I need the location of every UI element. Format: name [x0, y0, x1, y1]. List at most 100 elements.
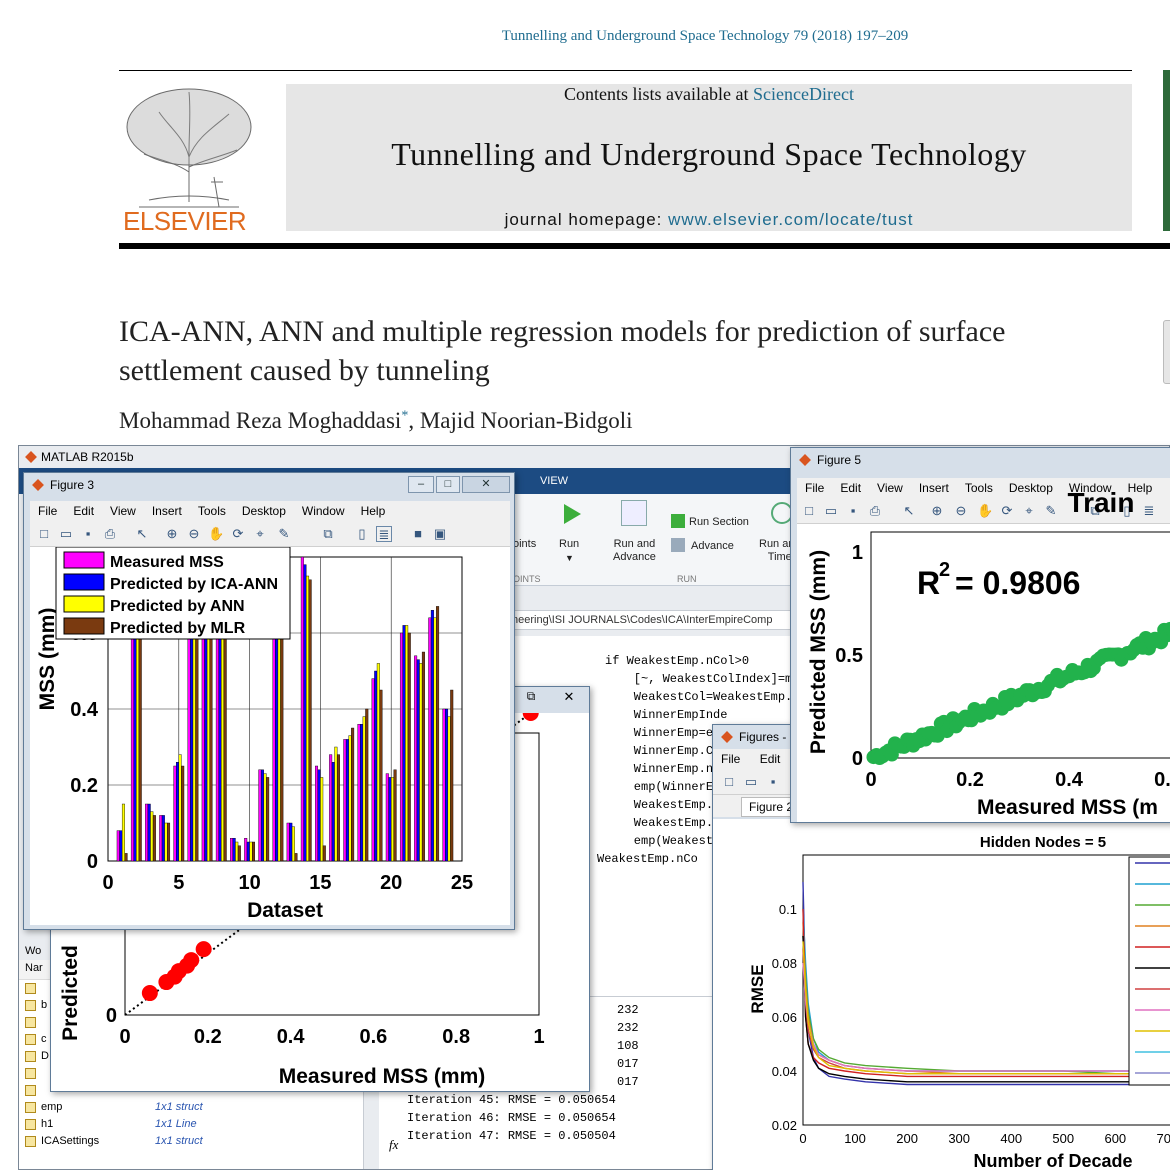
y-tick-label: 0	[87, 851, 98, 873]
hide-plot-tools-icon[interactable]: ■	[410, 526, 426, 542]
legend-icon[interactable]: ≣	[1141, 503, 1157, 519]
menu-insert[interactable]: Insert	[152, 504, 182, 518]
workspace-row[interactable]: ICASettings 1x1 struct	[19, 1133, 363, 1150]
colorbar-icon[interactable]: ▯	[354, 526, 370, 542]
current-folder-path[interactable]: neering\ISI JOURNALS\Codes\ICA\InterEmpi…	[509, 610, 809, 630]
menu-desktop[interactable]: Desktop	[242, 504, 286, 518]
figure-3-window[interactable]: Figure 3 – □ ✕ File Edit View Insert Tools De…	[23, 472, 515, 930]
zoom-in-icon[interactable]: ⊕	[164, 526, 180, 542]
matlab-figure-icon	[721, 731, 733, 743]
restore-icon[interactable]: ⧉	[516, 689, 546, 707]
brush-icon[interactable]: ✎	[276, 526, 292, 542]
breakpoints-button-label[interactable]: oints	[513, 538, 536, 551]
homepage-link[interactable]: www.elsevier.com/locate/tust	[668, 210, 913, 229]
bar	[376, 663, 380, 862]
zoom-out-icon[interactable]: ⊖	[186, 526, 202, 542]
bar	[286, 822, 290, 862]
run-and-advance-icon[interactable]	[621, 500, 647, 526]
brush-icon[interactable]: ✎	[1043, 503, 1059, 519]
journal-reference[interactable]: Tunnelling and Underground Space Technol…	[0, 28, 1170, 45]
x-tick-label: 500	[1052, 1131, 1074, 1146]
figure-5-title: Figure 5	[817, 453, 862, 467]
run-label[interactable]: Run	[559, 538, 579, 551]
pan-icon[interactable]: ✋	[977, 503, 993, 519]
matlab-figure-icon	[32, 479, 44, 491]
show-plot-tools-icon[interactable]: ▣	[432, 526, 448, 542]
menu-tools[interactable]: Tools	[198, 504, 226, 518]
run-button[interactable]	[561, 502, 583, 531]
bar	[187, 632, 191, 862]
advance-button[interactable]: Advance	[691, 540, 734, 553]
bar	[249, 841, 253, 862]
menu-view[interactable]: View	[110, 504, 136, 518]
menu-desktop[interactable]: Desktop	[1009, 481, 1053, 495]
menu-help[interactable]: Help	[361, 504, 386, 518]
open-icon[interactable]: ▭	[823, 503, 839, 519]
open-icon[interactable]: ▭	[58, 526, 74, 542]
save-icon[interactable]: ▪	[765, 774, 781, 790]
print-icon[interactable]: ⎙	[102, 526, 118, 542]
link-plot-icon[interactable]: ⧉	[320, 526, 336, 542]
run-section-button[interactable]: Run Section	[689, 516, 749, 529]
author-name[interactable]: Mohammad Reza Moghaddasi	[119, 408, 401, 433]
menu-window[interactable]: Window	[302, 504, 345, 518]
crossmark-badge[interactable]	[1163, 320, 1170, 384]
minimize-icon[interactable]: –	[408, 476, 434, 493]
bar	[266, 777, 270, 862]
menu-file[interactable]: File	[721, 752, 740, 766]
pan-icon[interactable]: ✋	[208, 526, 224, 542]
rotate-icon[interactable]: ⟳	[230, 526, 246, 542]
ribbon: oints OINTS Run ▼ Run and Advance Run Se…	[509, 494, 809, 586]
zoom-out-icon[interactable]: ⊖	[953, 503, 969, 519]
r2-value: = 0.9806	[955, 565, 1080, 601]
menu-edit[interactable]: Edit	[840, 481, 861, 495]
journal-title: Tunnelling and Underground Space Technol…	[391, 136, 1027, 172]
save-icon[interactable]: ▪	[80, 526, 96, 542]
print-icon[interactable]: ⎙	[867, 503, 883, 519]
x-tick-label: 0.2	[194, 1026, 222, 1048]
pointer-icon[interactable]: ↖	[901, 503, 917, 519]
figure-5-titlebar[interactable]: Figure 5	[791, 448, 1170, 472]
close-icon[interactable]: ✕	[462, 476, 510, 493]
menu-tools[interactable]: Tools	[965, 481, 993, 495]
legend-icon[interactable]: ≣	[376, 526, 392, 542]
fx-prompt-icon[interactable]: fx	[389, 1137, 398, 1153]
figure-5-window[interactable]: Figure 5 File Edit View Insert Tools Desktop W…	[790, 447, 1170, 823]
sciencedirect-link[interactable]: ScienceDirect	[753, 84, 854, 104]
advance-icon[interactable]	[671, 538, 685, 552]
data-cursor-icon[interactable]: ⌖	[252, 526, 268, 542]
menu-insert[interactable]: Insert	[919, 481, 949, 495]
data-cursor-icon[interactable]: ⌖	[1021, 503, 1037, 519]
run-dropdown-icon[interactable]: ▼	[565, 552, 574, 565]
save-icon[interactable]: ▪	[845, 503, 861, 519]
bar	[428, 617, 432, 862]
coauthor-name[interactable]: , Majid Noorian-Bidgoli	[408, 408, 632, 433]
x-tick-label: 600	[1104, 1131, 1126, 1146]
x-tick-label: 15	[309, 872, 331, 894]
paper-title: ICA-ANN, ANN and multiple regression mod…	[119, 315, 1006, 387]
menu-file[interactable]: File	[805, 481, 824, 495]
rotate-icon[interactable]: ⟳	[999, 503, 1015, 519]
run-section-icon[interactable]	[671, 514, 685, 528]
bar	[175, 761, 179, 862]
new-figure-icon[interactable]: □	[721, 774, 737, 790]
figure-3-titlebar[interactable]: Figure 3 – □ ✕	[24, 473, 514, 497]
menu-edit[interactable]: Edit	[760, 752, 781, 766]
workspace-row[interactable]: h1 1x1 Line	[19, 1116, 363, 1133]
new-figure-icon[interactable]: □	[36, 526, 52, 542]
bar-chart: 051015202500.20.40.6DatasetMSS (mm)Measu…	[36, 546, 473, 922]
zoom-in-icon[interactable]: ⊕	[929, 503, 945, 519]
menu-view[interactable]: View	[877, 481, 903, 495]
run-and-advance-button[interactable]: Run and Advance	[613, 538, 656, 564]
new-figure-icon[interactable]: □	[801, 503, 817, 519]
tab-view[interactable]: VIEW	[524, 468, 584, 494]
command-output-line: 232	[617, 1003, 639, 1017]
menu-file[interactable]: File	[38, 504, 57, 518]
open-icon[interactable]: ▭	[743, 774, 759, 790]
close-icon[interactable]: ✕	[554, 689, 584, 707]
workspace-row[interactable]: emp 1x1 struct	[19, 1099, 363, 1116]
pointer-icon[interactable]: ↖	[134, 526, 150, 542]
maximize-icon[interactable]: □	[436, 476, 460, 493]
bar	[402, 625, 406, 862]
menu-edit[interactable]: Edit	[73, 504, 94, 518]
